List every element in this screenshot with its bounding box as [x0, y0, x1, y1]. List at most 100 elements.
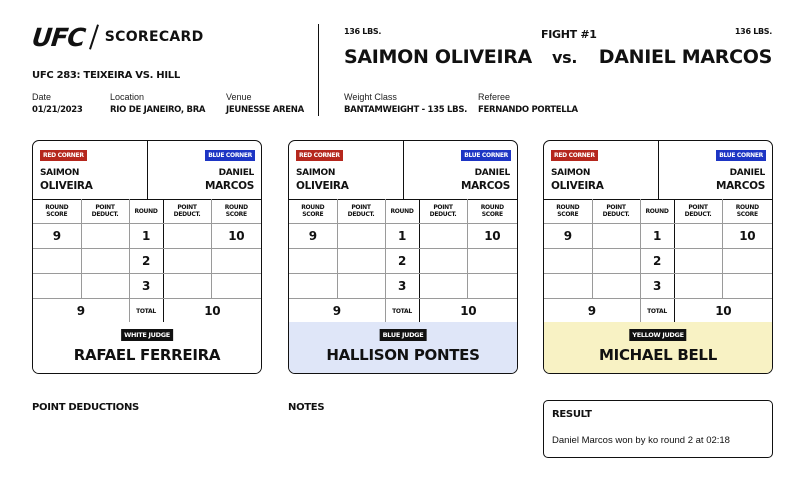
blue-total: 10	[418, 298, 517, 324]
blue-first-name: DANIEL	[474, 168, 511, 178]
red-point-deduction	[591, 273, 641, 299]
red-round-score	[544, 248, 593, 274]
red-corner-name: SAIMON OLIVEIRA	[40, 167, 93, 193]
blue-last-name: MARCOS	[715, 180, 765, 192]
red-corner-badge: RED CORNER	[551, 150, 598, 161]
judge-section: BLUE JUDGE HALLISON PONTES	[289, 322, 517, 373]
header-divider	[318, 24, 319, 116]
venue-value: JEUNESSE ARENA	[226, 105, 304, 115]
corner-divider	[658, 141, 659, 199]
round-number: 2	[128, 248, 164, 274]
table-header: ROUND SCORE POINT DEDUCT. ROUND POINT DEDUC…	[33, 199, 261, 224]
judge-name: RAFAEL FERREIRA	[73, 346, 221, 364]
judge-scorecard: RED CORNER SAIMON OLIVEIRA BLUE CORNER D…	[288, 140, 518, 374]
vs-label: vs.	[552, 48, 578, 67]
blue-point-deduct-header: POINT DEDUCT.	[418, 199, 468, 224]
round-number: 3	[639, 273, 675, 299]
round-row: 2	[544, 248, 772, 274]
referee-value: FERNANDO PORTELLA	[478, 105, 578, 115]
blue-point-deduction	[673, 248, 723, 274]
red-fighter-weight: 136 LBS.	[344, 27, 382, 36]
red-point-deduction	[336, 223, 386, 249]
red-round-score: 9	[33, 223, 82, 249]
blue-corner-badge: BLUE CORNER	[716, 150, 766, 161]
total-label: TOTAL	[128, 298, 164, 324]
judge-name: MICHAEL BELL	[599, 346, 717, 364]
weight-class-block: Weight Class BANTAMWEIGHT - 135 LBS.	[344, 92, 467, 115]
corner-divider	[147, 141, 148, 199]
blue-point-deduction	[418, 248, 468, 274]
blue-point-deduction	[162, 223, 212, 249]
blue-fighter-weight: 136 LBS.	[734, 27, 772, 36]
blue-first-name: DANIEL	[218, 168, 255, 178]
red-corner-name: SAIMON OLIVEIRA	[551, 167, 604, 193]
round-row: 9 1 10	[33, 223, 261, 249]
referee-block: Referee FERNANDO PORTELLA	[478, 92, 578, 115]
blue-round-score	[466, 248, 517, 274]
score-table: ROUND SCORE POINT DEDUCT. ROUND POINT DEDUC…	[289, 199, 517, 324]
blue-point-deduction	[162, 273, 212, 299]
logo-subtitle: SCORECARD	[104, 29, 204, 45]
red-point-deduction	[591, 248, 641, 274]
blue-last-name: MARCOS	[460, 180, 510, 192]
judge-label: WHITE JUDGE	[121, 329, 173, 341]
round-number: 2	[384, 248, 420, 274]
blue-point-deduct-header: POINT DEDUCT.	[162, 199, 212, 224]
blue-round-score-header: ROUND SCORE	[466, 199, 517, 224]
blue-point-deduction	[673, 273, 723, 299]
blue-corner-name: DANIEL MARCOS	[716, 167, 765, 193]
table-header: ROUND SCORE POINT DEDUCT. ROUND POINT DEDUC…	[289, 199, 517, 224]
blue-round-score	[210, 273, 261, 299]
red-fighter-name: SAIMON OLIVEIRA	[344, 46, 532, 68]
corner-header: RED CORNER SAIMON OLIVEIRA BLUE CORNER D…	[289, 141, 517, 200]
red-round-score	[289, 273, 338, 299]
blue-corner-name: DANIEL MARCOS	[461, 167, 510, 193]
round-number: 2	[639, 248, 675, 274]
red-round-score	[289, 248, 338, 274]
corner-divider	[403, 141, 404, 199]
result-box: RESULT Daniel Marcos won by ko round 2 a…	[543, 400, 773, 458]
red-last-name: OLIVEIRA	[551, 180, 604, 192]
blue-point-deduction	[162, 248, 212, 274]
blue-round-score	[721, 248, 772, 274]
blue-total: 10	[162, 298, 261, 324]
red-point-deduction	[336, 248, 386, 274]
red-round-score	[33, 273, 82, 299]
blue-round-score: 10	[466, 223, 517, 249]
red-point-deduction	[80, 223, 130, 249]
round-header: ROUND	[384, 199, 420, 224]
judge-section: YELLOW JUDGE MICHAEL BELL	[544, 322, 772, 373]
blue-round-score: 10	[210, 223, 261, 249]
result-title: RESULT	[552, 409, 592, 420]
red-corner-badge: RED CORNER	[296, 150, 343, 161]
total-row: 9 TOTAL 10	[289, 298, 517, 324]
red-point-deduction	[80, 273, 130, 299]
venue-label: Venue	[226, 92, 252, 102]
total-label: TOTAL	[384, 298, 420, 324]
red-corner-name: SAIMON OLIVEIRA	[296, 167, 349, 193]
weight-class-label: Weight Class	[344, 92, 397, 102]
blue-corner-badge: BLUE CORNER	[205, 150, 255, 161]
logo-divider	[88, 24, 99, 50]
red-point-deduction	[80, 248, 130, 274]
round-row: 9 1 10	[289, 223, 517, 249]
red-round-score-header: ROUND SCORE	[33, 199, 82, 224]
round-number: 1	[639, 223, 675, 249]
blue-round-score	[210, 248, 261, 274]
red-round-score	[544, 273, 593, 299]
red-total: 9	[33, 298, 130, 324]
blue-first-name: DANIEL	[729, 168, 766, 178]
red-corner-badge: RED CORNER	[40, 150, 87, 161]
red-round-score: 9	[544, 223, 593, 249]
round-number: 1	[128, 223, 164, 249]
round-row: 3	[544, 273, 772, 299]
result-text: Daniel Marcos won by ko round 2 at 02:18	[552, 435, 730, 446]
blue-point-deduction	[418, 223, 468, 249]
round-header: ROUND	[639, 199, 675, 224]
blue-round-score-header: ROUND SCORE	[210, 199, 261, 224]
red-total: 9	[289, 298, 386, 324]
ufc-logo: UFC SCORECARD	[30, 23, 204, 52]
red-round-score	[33, 248, 82, 274]
round-row: 3	[33, 273, 261, 299]
round-number: 1	[384, 223, 420, 249]
